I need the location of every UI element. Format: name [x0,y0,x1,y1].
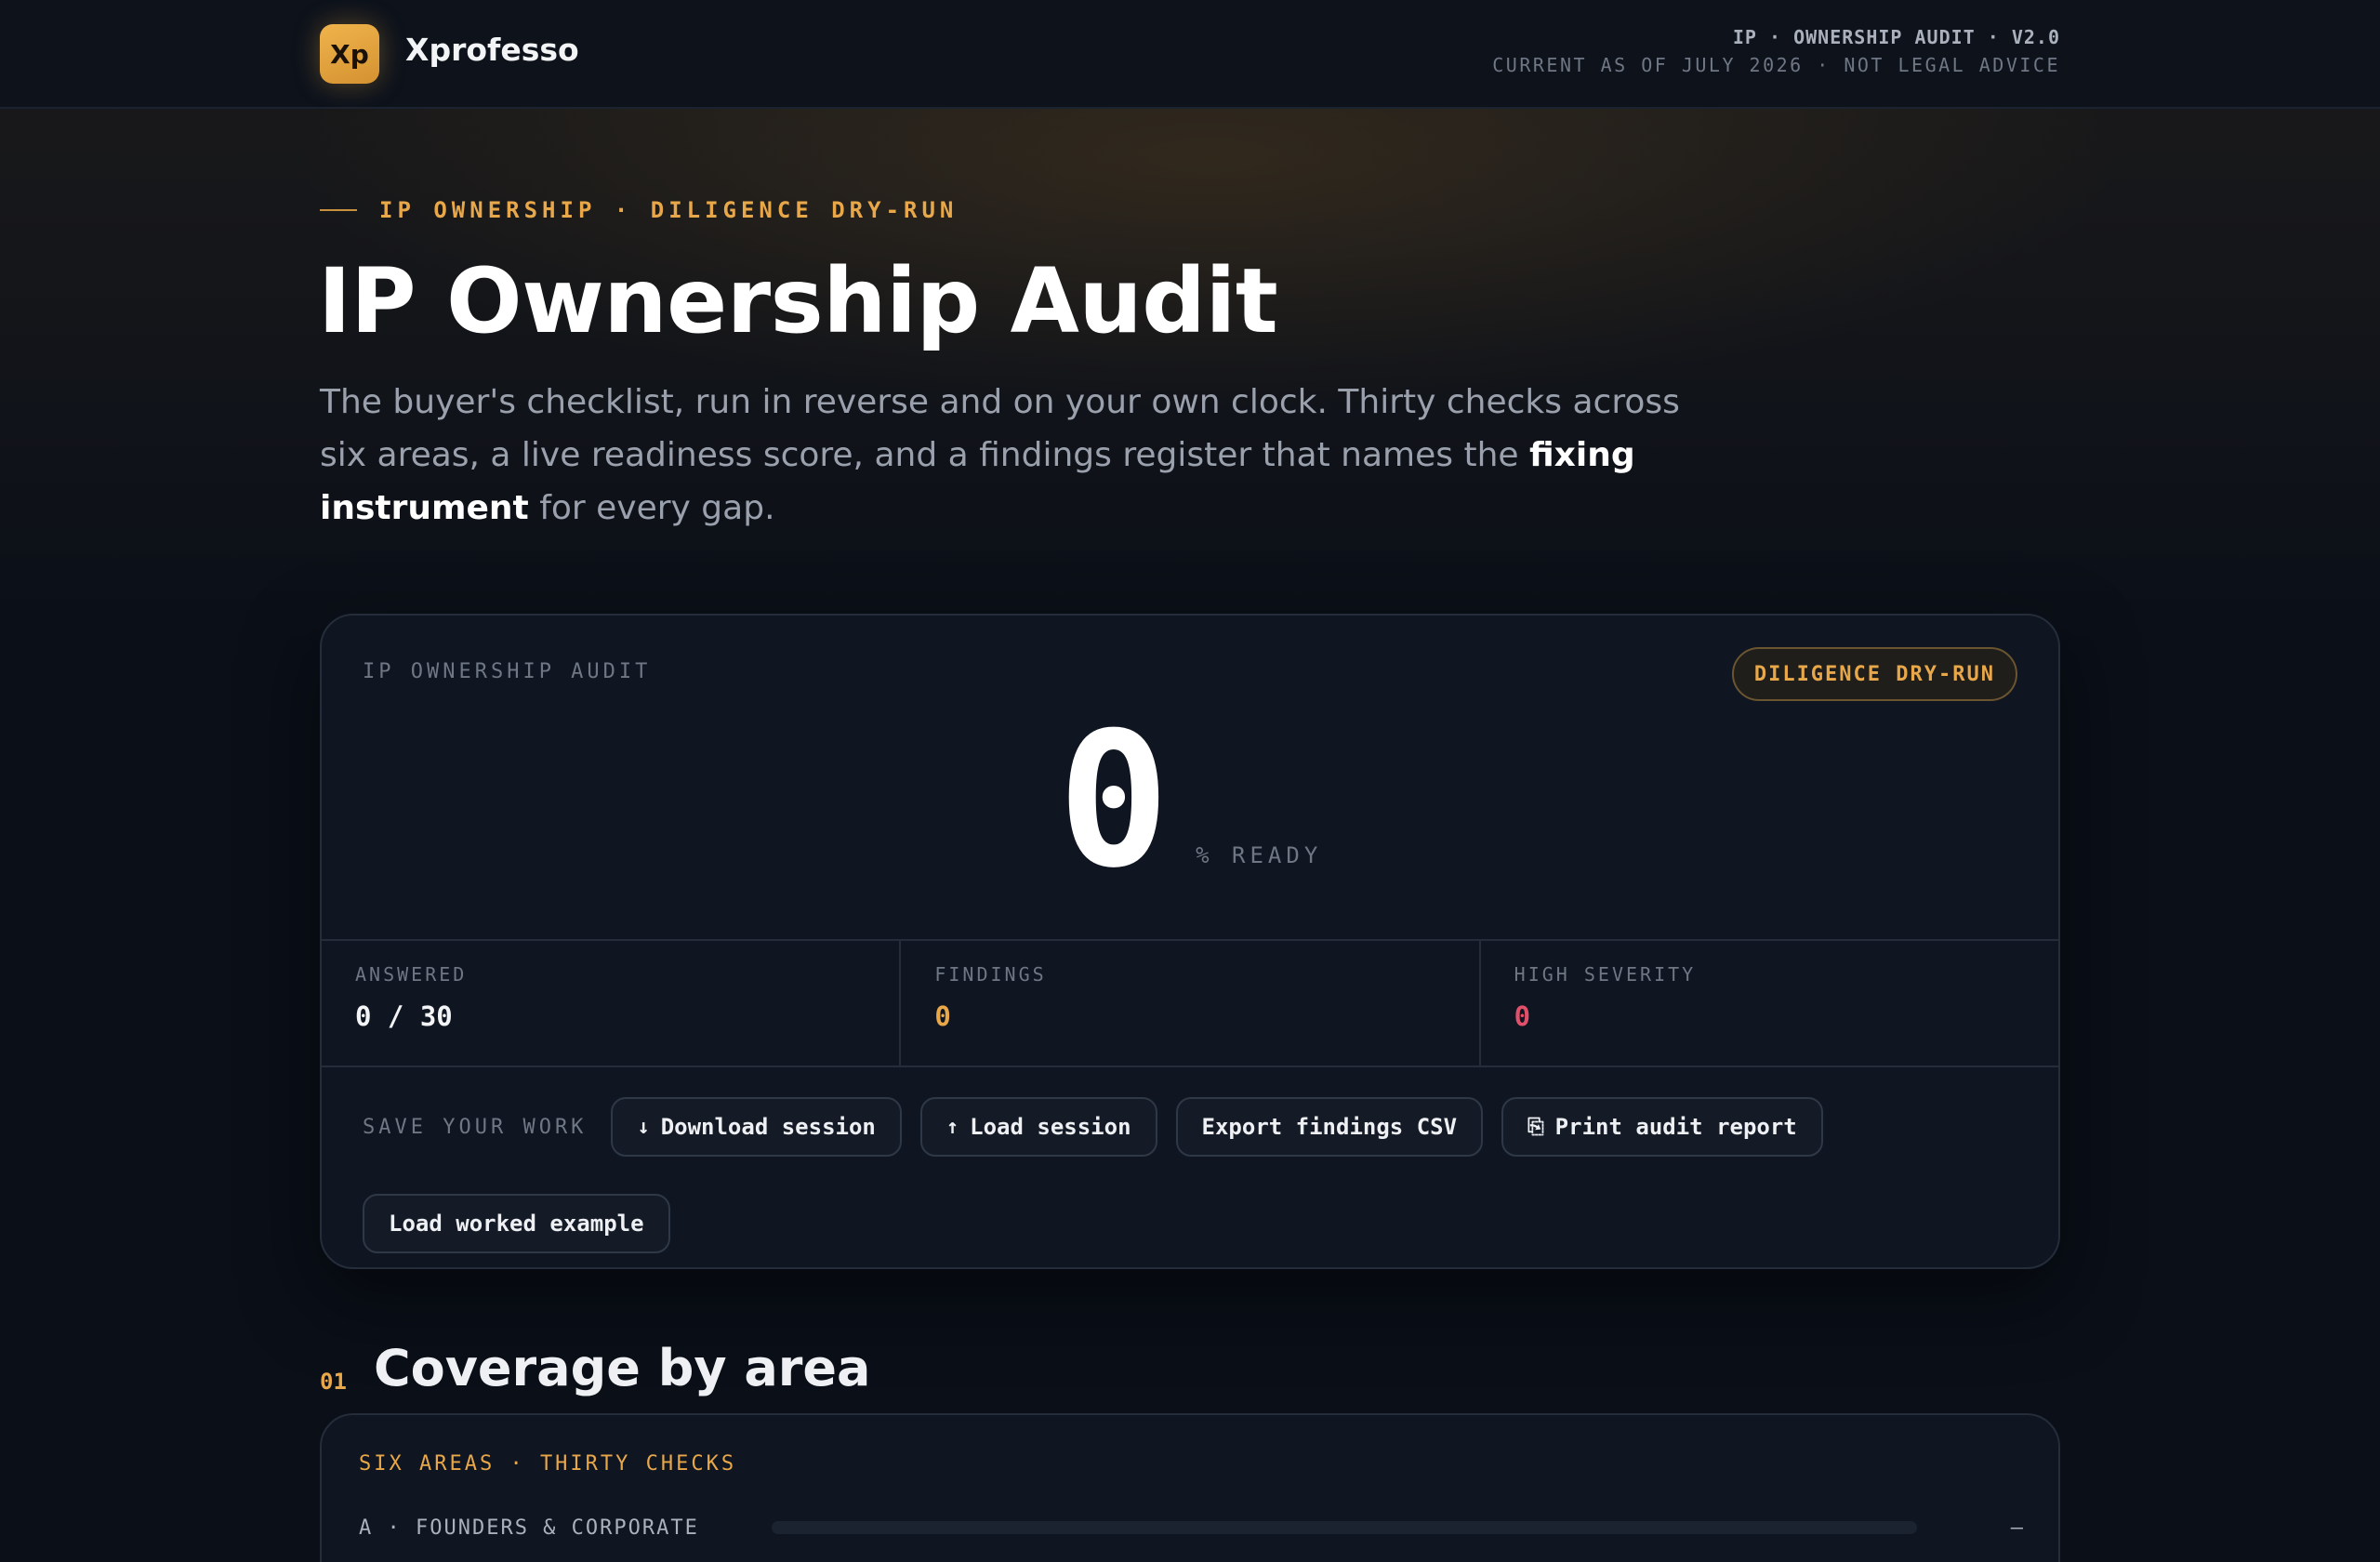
hero-eyebrow: IP OWNERSHIP · DILIGENCE DRY-RUN [320,197,958,223]
stat-findings: FINDINGS 0 [901,941,1481,1066]
stat-label: HIGH SEVERITY [1514,963,1697,986]
stat-answered: ANSWERED 0 / 30 [322,941,902,1066]
area-progress-bar [772,1521,1917,1534]
coverage-card-label: SIX AREAS · THIRTY CHECKS [359,1452,737,1476]
save-label: SAVE YOUR WORK [363,1115,588,1139]
download-session-button[interactable]: ↓ Download session [611,1097,902,1157]
stats-row: ANSWERED 0 / 30 FINDINGS 0 HIGH SEVERITY… [322,939,2058,1067]
stat-high-severity: HIGH SEVERITY 0 [1481,941,2058,1066]
button-label: Load worked example [389,1211,644,1237]
readiness-score: 0 % READY [322,708,2058,894]
disclaimer-meta: CURRENT AS OF JULY 2026 · NOT LEGAL ADVI… [1492,54,2060,76]
score-value: 0 [1057,693,1170,909]
area-row: A · FOUNDERS & CORPORATE — [359,1514,2023,1542]
card-label: IP OWNERSHIP AUDIT [363,660,652,683]
download-arrow-icon: ↓ [637,1115,650,1139]
subtitle-text-start: The buyer's checklist, run in reverse an… [320,383,1680,474]
load-worked-example-button[interactable]: Load worked example [363,1194,670,1253]
coverage-card: SIX AREAS · THIRTY CHECKS A · FOUNDERS &… [320,1413,2060,1562]
stat-value: 0 [1514,1000,1531,1032]
subtitle-text-end: for every gap. [528,489,775,527]
version-meta: IP · OWNERSHIP AUDIT · V2.0 [1732,26,2060,48]
button-label: Load session [970,1114,1131,1140]
stat-value: 0 [934,1000,951,1032]
upload-arrow-icon: ↑ [945,1115,959,1139]
top-bar: Xp Xprofesso IP · OWNERSHIP AUDIT · V2.0… [0,0,2380,109]
section-number: 01 [320,1369,347,1395]
area-name: A · FOUNDERS & CORPORATE [359,1516,699,1540]
eyebrow-dash [320,209,357,211]
stat-label: FINDINGS [934,963,1047,986]
export-findings-csv-button[interactable]: Export findings CSV [1175,1097,1484,1157]
stat-value: 0 / 30 [355,1000,453,1032]
stat-label: ANSWERED [355,963,468,986]
load-session-button[interactable]: ↑ Load session [919,1097,1157,1157]
area-value: — [2010,1516,2023,1540]
mode-badge: DILIGENCE DRY-RUN [1731,647,2017,701]
print-icon: ⎘ [1527,1115,1544,1139]
page-subtitle: The buyer's checklist, run in reverse an… [320,376,1733,535]
brand-name[interactable]: Xprofesso [405,32,579,68]
logo-text: Xp [330,38,369,70]
eyebrow-text: IP OWNERSHIP · DILIGENCE DRY-RUN [379,197,959,223]
audit-summary-card: IP OWNERSHIP AUDIT DILIGENCE DRY-RUN 0 %… [320,614,2060,1269]
button-label: Print audit report [1554,1114,1797,1140]
session-actions: SAVE YOUR WORK ↓ Download session ↑ Load… [363,1097,2036,1253]
button-label: Download session [660,1114,876,1140]
button-label: Export findings CSV [1201,1114,1458,1140]
score-unit: % READY [1196,842,1323,868]
section-title: Coverage by area [374,1339,871,1397]
brand-logo[interactable]: Xp [320,24,379,84]
page-title: IP Ownership Audit [318,249,1278,353]
print-audit-report-button[interactable]: ⎘ Print audit report [1501,1097,1823,1157]
